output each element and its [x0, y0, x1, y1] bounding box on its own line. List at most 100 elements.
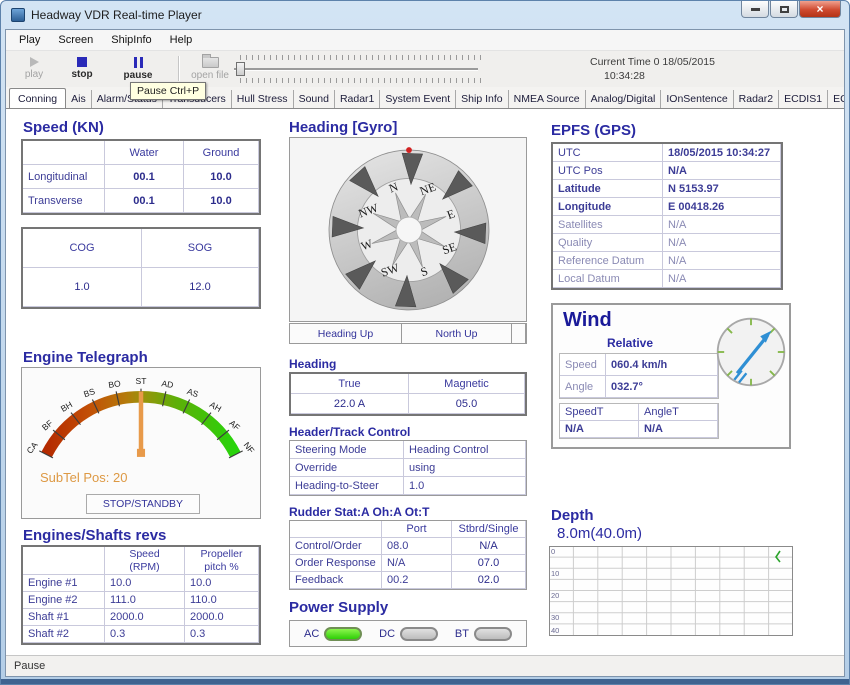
north-up-button[interactable]: North Up [402, 324, 512, 343]
toolbar-separator [178, 56, 180, 81]
heading-table: True Magnetic 22.0 A 05.0 [289, 372, 527, 416]
tab-analog-digital[interactable]: Analog/Digital [586, 90, 662, 108]
epfs-reference-datum-value: N/A [663, 252, 781, 270]
tab-system-event[interactable]: System Event [380, 90, 456, 108]
speed-corner-cell [23, 141, 105, 165]
rudder-row-feedback: Feedback [290, 572, 382, 589]
tab-ship-info[interactable]: Ship Info [456, 90, 508, 108]
heading-up-button[interactable]: Heading Up [290, 324, 402, 343]
speed-table: Water Ground Longitudinal 00.1 10.0 Tran… [21, 139, 261, 215]
slider-track[interactable] [234, 68, 478, 71]
rudder-section-title: Rudder Stat:A Oh:A Ot:T [289, 505, 429, 519]
depth-tick-40: 40 [551, 626, 559, 635]
pause-tooltip: Pause Ctrl+P [130, 82, 206, 100]
titlebar[interactable]: Headway VDR Real-time Player [1, 1, 849, 29]
engines-row-shaft2: Shaft #2 [23, 626, 105, 643]
rudder-row-order-response: Order Response [290, 555, 382, 572]
heading-section-title: Heading [289, 357, 336, 371]
speed-transverse-ground: 10.0 [184, 189, 259, 213]
tab-radar1[interactable]: Radar1 [335, 90, 380, 108]
power-label-dc: DC [379, 628, 395, 640]
maximize-button[interactable] [770, 1, 798, 18]
wind-speed-value: 060.4 km/h [606, 354, 718, 376]
shaft1-pitch: 2000.0 [185, 609, 259, 626]
gyro-section-title: Heading [Gyro] [289, 119, 397, 136]
telegraph-label-bs: BS [82, 386, 96, 399]
tab-conning[interactable]: Conning [9, 88, 66, 109]
menu-shipinfo[interactable]: ShipInfo [102, 32, 160, 48]
power-label-ac: AC [304, 628, 319, 640]
heading-true-value: 22.0 A [291, 394, 409, 414]
depth-tick-20: 20 [551, 591, 559, 600]
rudder-order-response-stbrd: 07.0 [452, 555, 526, 572]
epfs-satellites-value: N/A [663, 216, 781, 234]
epfs-row-satellites: Satellites [553, 216, 663, 234]
wind-anglet-value: N/A [639, 421, 718, 438]
tab-ecdis1[interactable]: ECDIS1 [779, 90, 828, 108]
speed-transverse-water: 00.1 [105, 189, 184, 213]
menu-help[interactable]: Help [161, 32, 202, 48]
cog-value: 1.0 [23, 268, 142, 307]
power-item-ac: AC [304, 627, 362, 641]
tab-sound[interactable]: Sound [294, 90, 335, 108]
telegraph-label-nf: NF [242, 440, 257, 455]
wind-section-title: Wind [563, 309, 612, 332]
timeline-slider[interactable] [234, 55, 484, 83]
window-bottom-edge [1, 679, 849, 684]
heading-col-magnetic: Magnetic [409, 374, 525, 394]
power-section-title: Power Supply [289, 599, 388, 616]
play-label: play [25, 69, 43, 80]
wind-speedt-value: N/A [560, 421, 639, 438]
telegraph-label-bf: BF [40, 418, 55, 433]
tab-nmea-source[interactable]: NMEA Source [509, 90, 586, 108]
depth-tick-30: 30 [551, 613, 559, 622]
pause-button[interactable]: pause [114, 53, 162, 84]
open-file-label: open file [191, 70, 229, 81]
rudder-row-control-order: Control/Order [290, 538, 382, 555]
close-button[interactable] [799, 1, 841, 18]
tab-ais[interactable]: Ais [66, 90, 92, 108]
conning-page: Speed (KN) Water Ground Longitudinal 00.… [6, 109, 844, 655]
heading-col-true: True [291, 374, 409, 394]
speed-longitudinal-water: 00.1 [105, 165, 184, 189]
epfs-row-utc: UTC [553, 144, 663, 162]
epfs-latitude-value: N 5153.97 [663, 180, 781, 198]
sog-header: SOG [142, 229, 259, 268]
speed-row-transverse: Transverse [23, 189, 105, 213]
stop-label: stop [71, 69, 92, 80]
play-button[interactable]: play [10, 53, 58, 84]
minimize-button[interactable] [741, 1, 769, 18]
client-area: Play Screen ShipInfo Help play stop paus… [5, 29, 845, 677]
track-row-override: Override [290, 459, 404, 477]
tab-hull-stress[interactable]: Hull Stress [232, 90, 294, 108]
window-controls [740, 1, 841, 18]
epfs-table: UTC 18/05/2015 10:34:27 UTC Pos N/A Lati… [551, 142, 783, 290]
telegraph-label-ah: AH [208, 399, 223, 414]
tab-radar2[interactable]: Radar2 [734, 90, 779, 108]
cog-sog-table: COG SOG 1.0 12.0 [21, 227, 261, 309]
telegraph-state-button[interactable]: STOP/STANDBY [86, 494, 200, 514]
rudder-control-order-port: 08.0 [382, 538, 452, 555]
stop-button[interactable]: stop [58, 53, 106, 84]
telegraph-label-ca: CA [24, 440, 39, 456]
menu-screen[interactable]: Screen [49, 32, 102, 48]
minimize-icon [751, 8, 760, 11]
current-time: Current Time 0 18/05/2015 10:34:28 [590, 56, 715, 83]
engines-col-pitch: Propeller pitch % [185, 547, 259, 575]
telegraph-gauge: CA BF BH BS BO ST AD AS AH AF NF [22, 368, 260, 465]
current-time-clock: 10:34:28 [604, 70, 715, 84]
app-icon [11, 8, 25, 22]
rudder-feedback-port: 00.2 [382, 572, 452, 589]
open-file-button[interactable]: open file [186, 53, 234, 84]
pause-label: pause [124, 70, 153, 81]
wind-dial [714, 315, 788, 389]
slider-handle[interactable] [236, 62, 245, 76]
telegraph-label-as: AS [186, 386, 200, 399]
tab-ecdis2[interactable]: ECDIS2 [828, 90, 844, 108]
pause-icon [134, 57, 143, 68]
telegraph-label-af: AF [227, 418, 242, 433]
wind-relative-table: Speed 060.4 km/h Angle 032.7° [559, 353, 719, 399]
tab-ionsentence[interactable]: IOnSentence [661, 90, 733, 108]
wind-angle-value: 032.7° [606, 376, 718, 398]
menu-play[interactable]: Play [10, 32, 49, 48]
